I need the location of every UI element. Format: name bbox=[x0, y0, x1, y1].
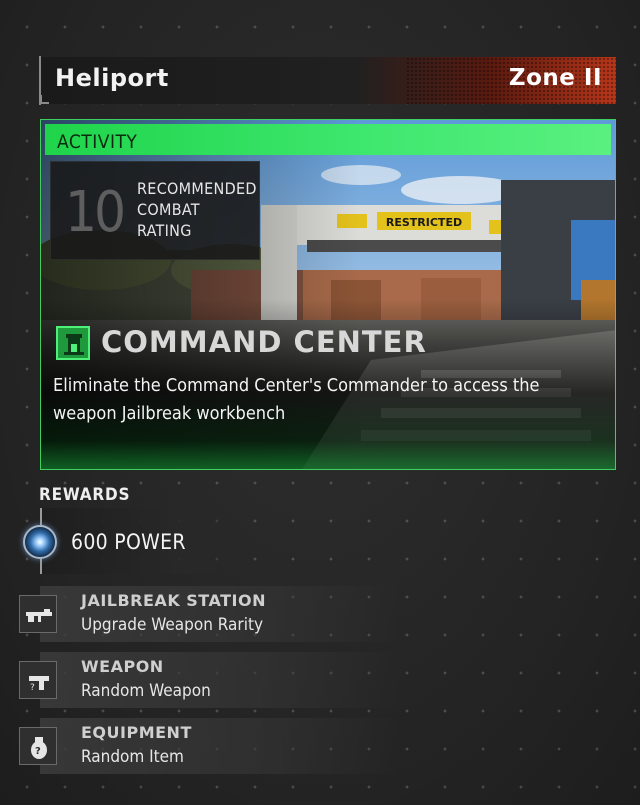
power-reward-label: 600 POWER bbox=[71, 530, 186, 554]
command-center-icon bbox=[56, 326, 90, 360]
combat-rating-caption: RECOMMENDED COMBAT RATING bbox=[137, 179, 257, 240]
activity-label: ACTIVITY bbox=[57, 131, 138, 153]
grenade-icon: ? bbox=[19, 727, 57, 765]
activity-description: Eliminate the Command Center's Commander… bbox=[53, 375, 540, 424]
restricted-sign-text: RESTRICTED bbox=[386, 216, 462, 229]
activity-banner: ACTIVITY bbox=[45, 124, 611, 155]
header-bracket bbox=[40, 95, 49, 104]
reward-subtitle: Random Weapon bbox=[81, 681, 211, 701]
rifle-icon bbox=[19, 595, 57, 633]
rewards-heading: REWARDS bbox=[39, 485, 131, 505]
location-title: Heliport bbox=[55, 64, 169, 92]
combat-rating-panel: 10 RECOMMENDED COMBAT RATING bbox=[50, 161, 260, 260]
reward-title: EQUIPMENT bbox=[81, 723, 192, 742]
activity-title: COMMAND CENTER bbox=[101, 325, 427, 359]
reward-item-jailbreak-station[interactable]: JAILBREAK STATION Upgrade Weapon Rarity bbox=[17, 586, 517, 642]
activity-card[interactable]: RESTRICTED ACTIVITY 10 RECOMMENDED COMBA… bbox=[40, 119, 616, 470]
reward-item-weapon[interactable]: ? WEAPON Random Weapon bbox=[17, 652, 517, 708]
pistol-icon: ? bbox=[19, 661, 57, 699]
svg-text:?: ? bbox=[35, 746, 41, 757]
reward-subtitle: Random Item bbox=[81, 747, 184, 767]
power-orb-icon bbox=[23, 525, 57, 559]
reward-item-equipment[interactable]: ? EQUIPMENT Random Item bbox=[17, 718, 517, 774]
reward-subtitle: Upgrade Weapon Rarity bbox=[81, 615, 263, 635]
zone-label: Zone II bbox=[508, 65, 602, 91]
reward-title: WEAPON bbox=[81, 657, 164, 676]
svg-text:?: ? bbox=[30, 683, 35, 693]
reward-title: JAILBREAK STATION bbox=[81, 591, 266, 610]
combat-rating-value: 10 bbox=[65, 180, 126, 245]
